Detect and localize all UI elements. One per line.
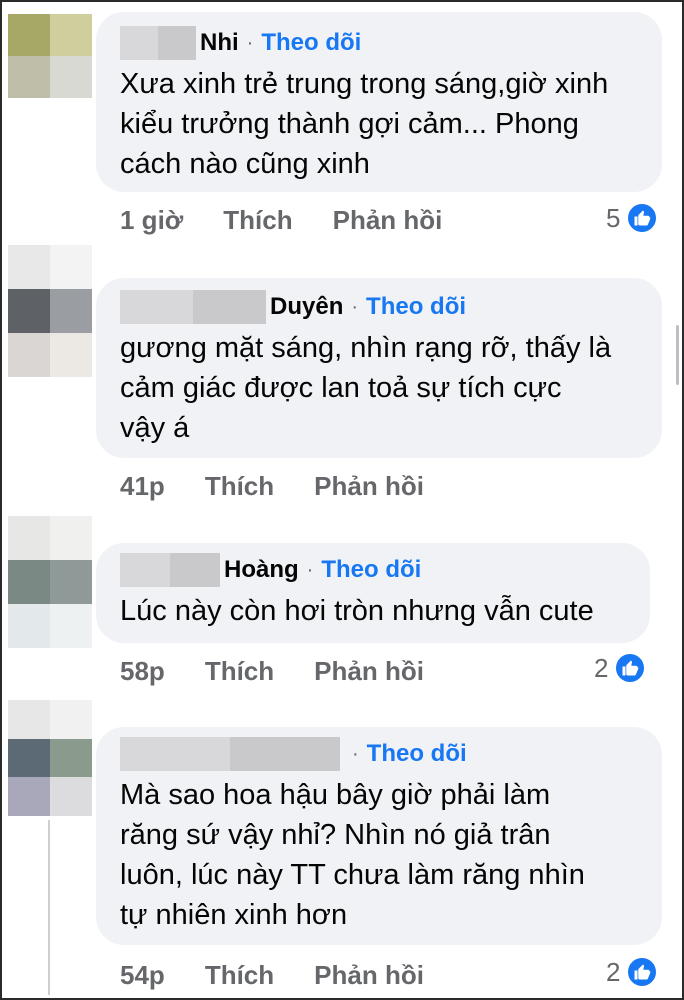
separator-dot: · (246, 31, 254, 54)
comment-actions: 41p Thích Phản hồi (120, 471, 424, 502)
reaction-count[interactable]: 5 (606, 202, 659, 234)
comment-text: Lúc này còn hơi tròn nhưng vẫn cute (120, 595, 594, 627)
reaction-count[interactable]: 2 (594, 652, 647, 684)
scrollbar[interactable] (676, 325, 679, 385)
comment-header: Duyên · Theo dõi (120, 290, 638, 324)
comment-header: Nhi · Theo dõi (120, 26, 638, 60)
comment-text: Mà sao hoa hậu bây giờ phải làm răng sứ … (120, 779, 585, 931)
comment-text: gương mặt sáng, nhìn rạng rỡ, thấy là cả… (120, 332, 612, 444)
blurred-name (120, 553, 220, 587)
separator-dot: · (306, 558, 314, 581)
like-thumb-icon (614, 652, 647, 684)
reply-button[interactable]: Phản hồi (314, 960, 424, 991)
comment-text: Xưa xinh trẻ trung trong sáng,giờ xinh k… (120, 68, 609, 180)
reply-button[interactable]: Phản hồi (314, 656, 424, 687)
like-button[interactable]: Thích (223, 205, 292, 236)
reply-button[interactable]: Phản hồi (333, 205, 443, 236)
reaction-number: 5 (606, 202, 621, 233)
avatar[interactable] (8, 516, 92, 648)
follow-button[interactable]: Theo dõi (367, 740, 467, 768)
follow-button[interactable]: Theo dõi (261, 29, 361, 57)
comment-bubble: Duyên · Theo dõi gương mặt sáng, nhìn rạ… (96, 278, 662, 458)
like-button[interactable]: Thích (205, 471, 274, 502)
separator-dot: · (352, 742, 359, 765)
like-thumb-icon (626, 956, 659, 988)
author-name[interactable]: Hoàng (224, 556, 299, 584)
reaction-count[interactable]: 2 (606, 956, 659, 988)
comment-actions: 1 giờ Thích Phản hồi (120, 205, 442, 236)
comment-bubble: Nhi · Theo dõi Xưa xinh trẻ trung trong … (96, 12, 662, 192)
timestamp[interactable]: 1 giờ (120, 205, 183, 236)
avatar[interactable] (8, 245, 92, 377)
timestamp[interactable]: 58p (120, 656, 165, 687)
blurred-name (120, 290, 266, 324)
follow-button[interactable]: Theo dõi (321, 556, 421, 584)
comment-header: · Theo dõi (120, 737, 638, 771)
blurred-name (120, 26, 196, 60)
like-button[interactable]: Thích (205, 656, 274, 687)
comment-header: Hoàng · Theo dõi (120, 553, 626, 587)
comment-actions: 54p Thích Phản hồi (120, 960, 424, 991)
blurred-name (120, 737, 340, 771)
timestamp[interactable]: 54p (120, 960, 165, 991)
reply-button[interactable]: Phản hồi (314, 471, 424, 502)
comment-bubble: · Theo dõi Mà sao hoa hậu bây giờ phải l… (96, 727, 662, 945)
separator-dot: · (351, 295, 359, 318)
timestamp[interactable]: 41p (120, 471, 165, 502)
reaction-number: 2 (594, 652, 609, 683)
comment-bubble: Hoàng · Theo dõi Lúc này còn hơi tròn nh… (96, 543, 650, 643)
like-thumb-icon (626, 202, 659, 234)
comment-actions: 58p Thích Phản hồi (120, 656, 424, 687)
thread-line (48, 820, 50, 995)
like-button[interactable]: Thích (205, 960, 274, 991)
follow-button[interactable]: Theo dõi (366, 293, 466, 321)
avatar[interactable] (8, 700, 92, 816)
reaction-number: 2 (606, 956, 621, 987)
author-name[interactable]: Duyên (270, 293, 343, 321)
author-name[interactable]: Nhi (200, 29, 239, 57)
avatar[interactable] (8, 14, 92, 98)
